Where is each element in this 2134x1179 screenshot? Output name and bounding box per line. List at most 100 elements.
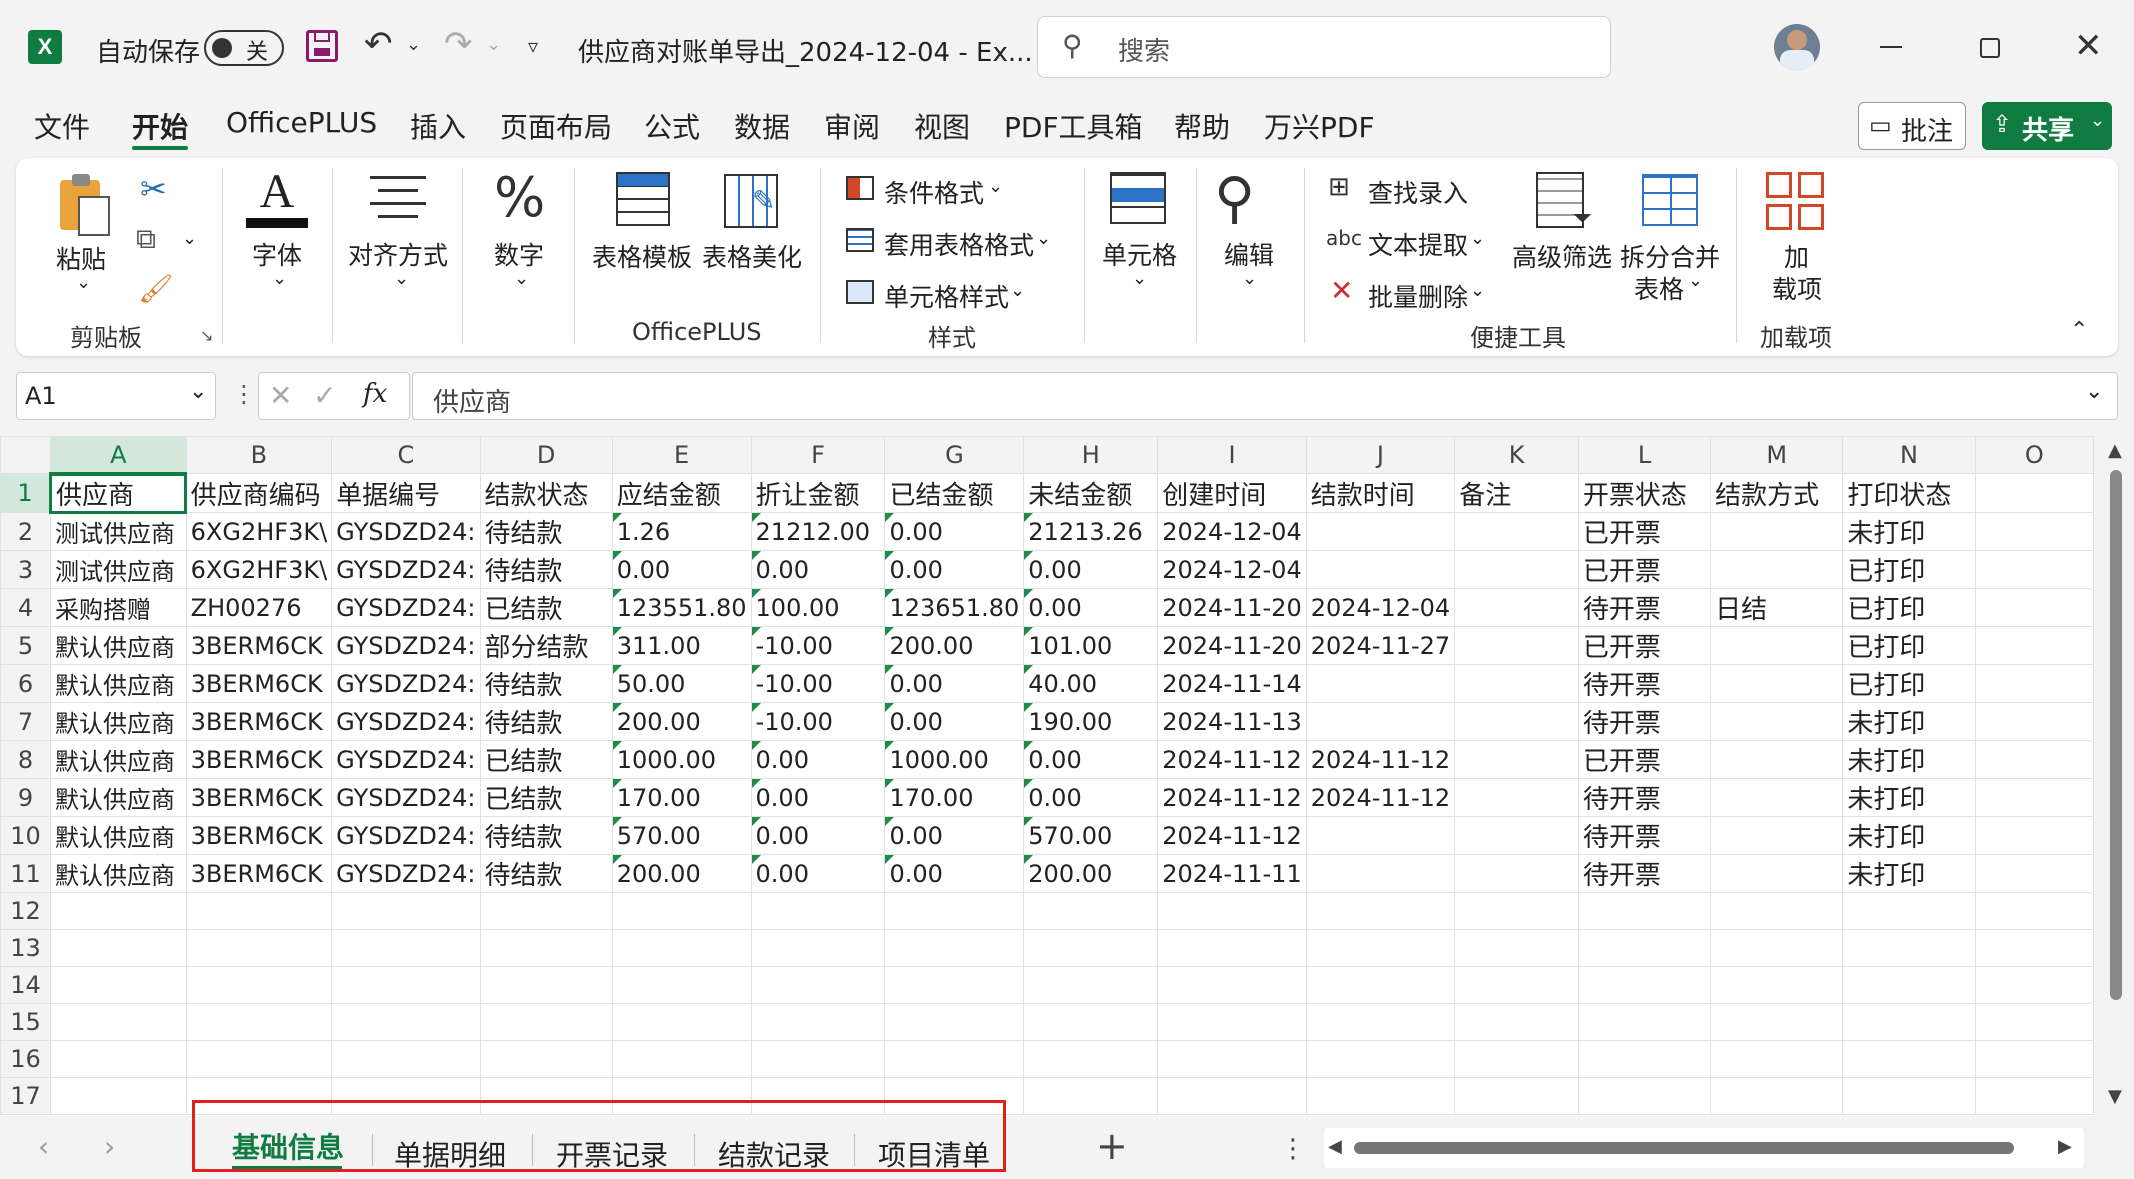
cell[interactable] — [1454, 778, 1579, 817]
cell[interactable] — [1157, 966, 1307, 1004]
cell[interactable]: 结款时间 — [1305, 473, 1456, 513]
cell[interactable] — [1974, 626, 2094, 665]
cell-style-icon[interactable] — [846, 280, 874, 304]
cell[interactable]: 2024-11-27 — [1305, 626, 1456, 665]
column-header[interactable]: M — [1710, 436, 1844, 474]
cell[interactable] — [1710, 626, 1844, 665]
cell[interactable] — [1710, 740, 1844, 779]
text-extract-label[interactable]: 文本提取 — [1368, 226, 1468, 262]
cut-icon[interactable]: ✂ — [140, 170, 167, 208]
cell[interactable] — [884, 892, 1025, 930]
cell[interactable]: 0.00 — [884, 664, 1025, 703]
cell[interactable]: 0.00 — [1023, 588, 1159, 627]
cell[interactable] — [185, 929, 333, 967]
cell[interactable]: 0.00 — [884, 512, 1025, 551]
table-beautify-icon[interactable]: ✎ — [724, 174, 778, 228]
cell[interactable] — [479, 892, 613, 930]
share-button[interactable]: ⇪ 共享 ⌄ — [1982, 102, 2112, 150]
cell[interactable]: 未打印 — [1842, 740, 1976, 779]
cell[interactable]: 311.00 — [611, 626, 752, 665]
cell[interactable]: 已开票 — [1577, 550, 1712, 589]
cell[interactable] — [1974, 778, 2094, 817]
cell[interactable]: 已结款 — [479, 588, 613, 627]
cell[interactable] — [1842, 966, 1976, 1004]
cell[interactable] — [1974, 702, 2094, 741]
cell[interactable]: 100.00 — [750, 588, 886, 627]
column-header[interactable]: C — [331, 436, 481, 474]
confirm-entry-icon[interactable]: ✓ — [313, 379, 336, 412]
cell[interactable] — [1842, 892, 1976, 930]
insert-function-icon[interactable]: fx — [363, 379, 387, 409]
cell[interactable]: 默认供应商 — [49, 702, 187, 741]
cell[interactable]: GYSDZD24: — [331, 740, 481, 779]
cell[interactable] — [750, 1040, 886, 1078]
cell[interactable] — [479, 1040, 613, 1078]
undo-dropdown-icon[interactable]: ⌄ — [406, 34, 421, 55]
cell[interactable]: 0.00 — [750, 740, 886, 779]
cell[interactable]: GYSDZD24: — [331, 778, 481, 817]
cell[interactable]: 0.00 — [1023, 778, 1159, 817]
row-header[interactable]: 13 — [0, 929, 51, 967]
cells-dropdown-icon[interactable]: ⌄ — [1132, 268, 1147, 289]
cell[interactable]: GYSDZD24: — [331, 664, 481, 703]
cell[interactable]: 已结款 — [479, 778, 613, 817]
addins-label-2[interactable]: 载项 — [1772, 270, 1822, 306]
cell[interactable] — [49, 1003, 187, 1041]
menu-review[interactable]: 审阅 — [824, 106, 880, 146]
menu-formulas[interactable]: 公式 — [644, 106, 700, 146]
cell[interactable]: 默认供应商 — [49, 816, 187, 855]
row-header[interactable]: 10 — [0, 816, 51, 855]
cell[interactable]: 待结款 — [479, 512, 613, 551]
cell[interactable] — [185, 1003, 333, 1041]
cell[interactable]: 2024-11-14 — [1157, 664, 1307, 703]
cell[interactable] — [1305, 512, 1456, 551]
cell[interactable] — [1023, 1003, 1159, 1041]
cell[interactable] — [1710, 1003, 1844, 1041]
cell[interactable] — [611, 1040, 752, 1078]
cell[interactable] — [185, 1040, 333, 1078]
cell[interactable] — [479, 966, 613, 1004]
cell[interactable] — [331, 929, 481, 967]
percent-icon[interactable]: % — [494, 166, 545, 229]
column-header[interactable]: K — [1454, 436, 1579, 474]
split-merge-label-2[interactable]: 表格 — [1634, 270, 1684, 306]
collapse-ribbon-icon[interactable]: ⌃ — [2070, 318, 2088, 343]
column-header[interactable]: O — [1974, 436, 2094, 474]
cell[interactable] — [1023, 1040, 1159, 1078]
menu-view[interactable]: 视图 — [914, 106, 970, 146]
maximize-icon[interactable] — [1980, 38, 2000, 58]
cell[interactable] — [1710, 816, 1844, 855]
column-header[interactable]: H — [1023, 436, 1159, 474]
table-format-label[interactable]: 套用表格格式 — [884, 226, 1034, 262]
cells-label[interactable]: 单元格 — [1102, 236, 1177, 272]
cell[interactable]: 已打印 — [1842, 664, 1976, 703]
cell[interactable]: 3BERM6CK — [185, 740, 333, 779]
cell[interactable]: 默认供应商 — [49, 664, 187, 703]
cell[interactable] — [479, 1003, 613, 1041]
cell[interactable]: 2024-12-04 — [1305, 588, 1456, 627]
avatar[interactable] — [1774, 24, 1820, 70]
cell[interactable]: 3BERM6CK — [185, 854, 333, 893]
scroll-up-icon[interactable]: ▲ — [2108, 440, 2122, 461]
cell[interactable]: 开票状态 — [1577, 473, 1712, 513]
cell[interactable]: GYSDZD24: — [331, 550, 481, 589]
cell[interactable]: 应结金额 — [611, 473, 752, 513]
cell[interactable]: 6XG2HF3K\ — [185, 512, 333, 551]
cell[interactable] — [1305, 550, 1456, 589]
table-template-label[interactable]: 表格模板 — [592, 238, 692, 274]
row-header[interactable]: 7 — [0, 702, 51, 741]
cell[interactable] — [1710, 1077, 1844, 1115]
cell[interactable]: 已打印 — [1842, 588, 1976, 627]
spreadsheet-grid[interactable]: ABCDEFGHIJKLMNO 1 供应商 供应商编码 单据编号 结款状态 应结金额 折让金… — [0, 436, 2094, 1116]
cell[interactable]: 0.00 — [750, 778, 886, 817]
row-header[interactable]: 17 — [0, 1077, 51, 1115]
cell[interactable] — [1454, 588, 1579, 627]
redo-dropdown-icon[interactable]: ⌄ — [486, 34, 501, 55]
menu-pdf-toolbox[interactable]: PDF工具箱 — [1004, 106, 1143, 146]
cell[interactable]: 已结金额 — [884, 473, 1025, 513]
undo-icon[interactable]: ↶ — [364, 24, 393, 64]
cell[interactable]: 已开票 — [1577, 626, 1712, 665]
cell[interactable] — [1974, 1040, 2094, 1078]
cell[interactable] — [1454, 702, 1579, 741]
batch-delete-icon[interactable]: ✕ — [1330, 274, 1353, 307]
